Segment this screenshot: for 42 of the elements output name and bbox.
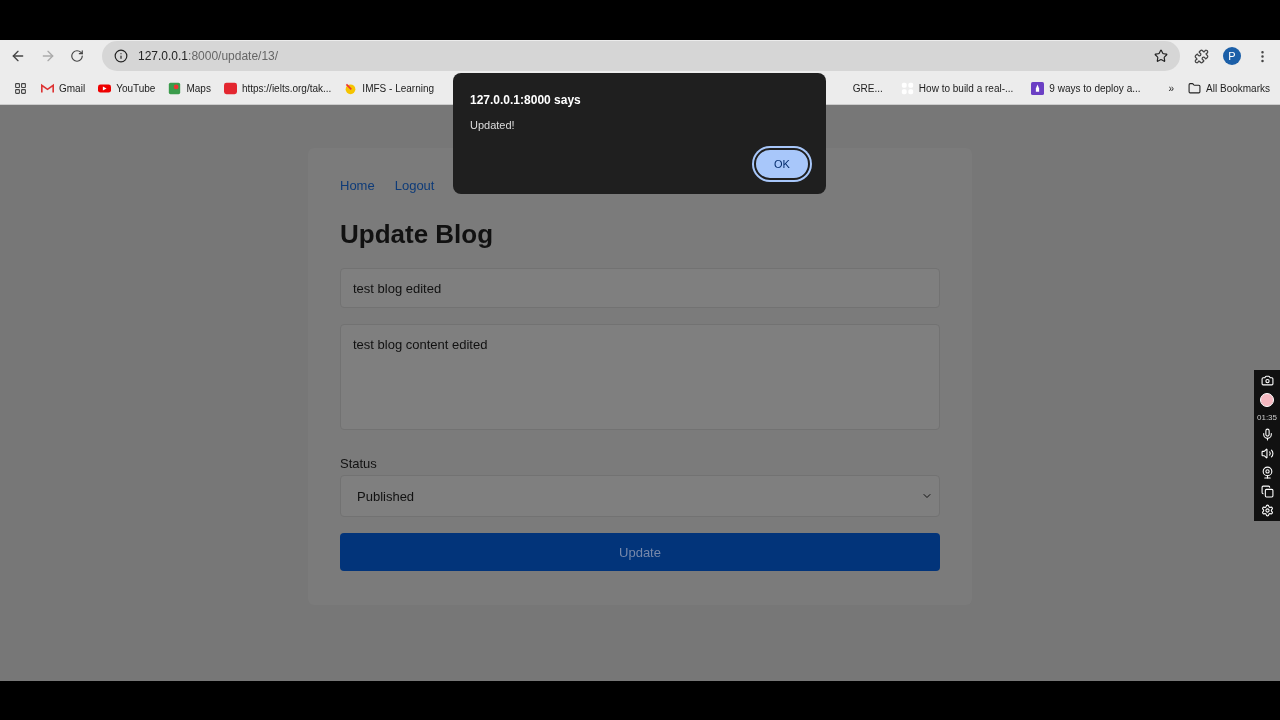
star-icon[interactable] xyxy=(1154,49,1168,63)
all-bookmarks-button[interactable]: All Bookmarks xyxy=(1188,81,1270,95)
content-field[interactable]: test blog content edited xyxy=(340,324,940,430)
bookmark-link[interactable]: YouTube xyxy=(98,81,156,95)
rocket-icon xyxy=(1031,81,1045,95)
title-field[interactable]: test blog edited xyxy=(340,268,940,308)
speaker-icon[interactable] xyxy=(1260,447,1274,460)
logo-icon xyxy=(223,81,237,95)
profile-avatar[interactable]: P xyxy=(1223,47,1241,65)
bookmark-link[interactable]: Gmail xyxy=(41,81,86,95)
page-heading: Update Blog xyxy=(340,219,495,250)
bookmark-link[interactable]: Maps xyxy=(168,81,211,95)
bookmark-link[interactable]: How to build a real-... xyxy=(900,81,1014,95)
dialog-message: Updated! xyxy=(470,119,516,131)
puzzle-icon[interactable] xyxy=(1194,48,1209,64)
ok-button[interactable]: OK xyxy=(754,148,810,180)
play-icon xyxy=(98,81,112,95)
url-text: 127.0.0.1:8000/update/13/ xyxy=(138,49,279,63)
reload-icon[interactable] xyxy=(70,49,84,63)
settings-icon[interactable] xyxy=(1260,504,1274,517)
bookmark-link[interactable]: https://ielts.org/tak... xyxy=(223,81,332,95)
status-label: Status xyxy=(340,456,378,471)
status-select[interactable]: Published xyxy=(340,475,940,517)
gmail-icon xyxy=(41,81,54,95)
bookmark-link[interactable]: GRE... xyxy=(852,82,883,94)
apps-grid-icon[interactable] xyxy=(14,81,27,95)
bookmark-link[interactable]: 9 ways to deploy a... xyxy=(1031,81,1141,95)
map-pin-icon xyxy=(168,81,182,95)
recording-time: 01:35 xyxy=(1257,413,1277,422)
more-bookmarks-button[interactable]: » xyxy=(1168,82,1175,94)
windows-icon[interactable] xyxy=(1260,485,1274,498)
bookmark-link[interactable]: IMFS - Learning xyxy=(344,81,435,95)
camera-icon[interactable] xyxy=(1260,374,1274,387)
webcam-icon[interactable] xyxy=(1260,466,1274,479)
info-icon xyxy=(114,49,128,63)
logo-icon xyxy=(344,81,358,95)
dialog-title: 127.0.0.1:8000 says xyxy=(470,93,582,107)
folder-icon xyxy=(1188,81,1202,95)
record-icon[interactable] xyxy=(1260,393,1274,407)
microphone-icon[interactable] xyxy=(1260,428,1274,441)
address-bar[interactable]: 127.0.0.1:8000/update/13/ xyxy=(102,41,1180,71)
back-icon[interactable] xyxy=(10,48,26,64)
